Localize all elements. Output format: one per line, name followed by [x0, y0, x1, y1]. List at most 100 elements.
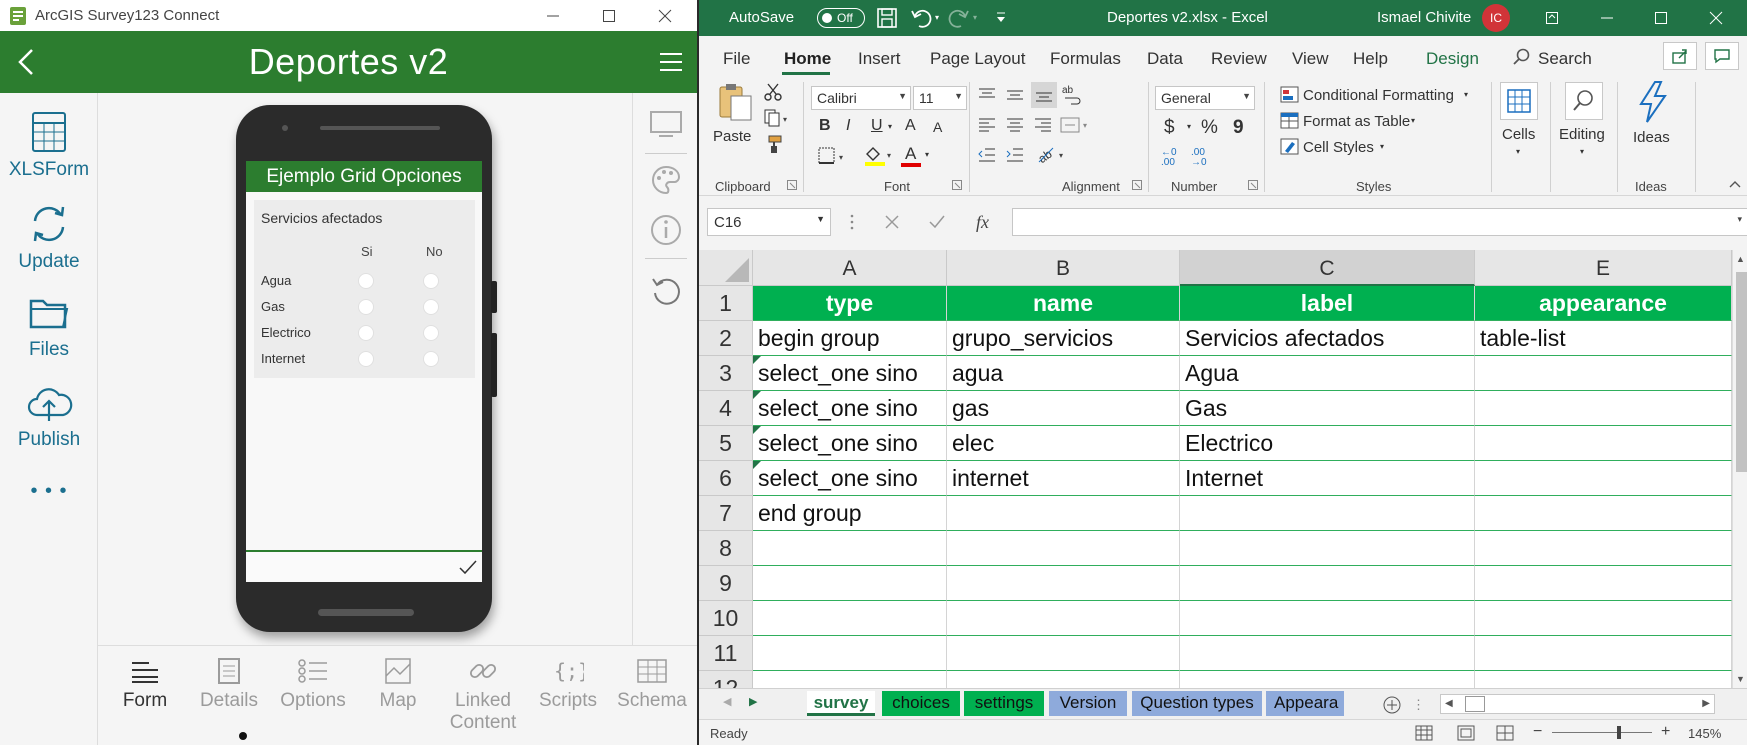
horizontal-scrollbar[interactable]: ◀ ▶ [1440, 694, 1715, 714]
minimize-button[interactable] [1582, 0, 1632, 36]
sheet-cell[interactable] [947, 531, 1180, 566]
formula-input[interactable]: ▾ [1012, 208, 1747, 236]
column-header-a[interactable]: A [753, 250, 947, 286]
sheet-cell[interactable] [1475, 601, 1732, 636]
zoom-in-button[interactable]: + [1661, 723, 1670, 741]
sheet-cell[interactable] [1180, 601, 1475, 636]
radio-electrico-no[interactable] [423, 325, 439, 341]
close-button[interactable] [637, 0, 693, 31]
paste-label[interactable]: Paste [713, 128, 751, 145]
font-name-combo[interactable]: Calibri ▼ [811, 86, 911, 110]
scroll-down-icon[interactable]: ▼ [1736, 674, 1745, 684]
tab-review[interactable]: Review [1211, 49, 1267, 69]
sheet-tab-question-types[interactable]: Question types [1132, 691, 1262, 716]
format-painter-icon[interactable] [763, 134, 783, 154]
cell-styles-dropdown-icon[interactable]: ▾ [1380, 142, 1384, 151]
undo-icon[interactable]: ▾ [909, 6, 945, 30]
header-cell[interactable]: appearance [1475, 286, 1732, 321]
align-center-icon[interactable] [1005, 116, 1025, 134]
sheet-cell[interactable] [1180, 531, 1475, 566]
dialog-launcher-icon[interactable] [1132, 180, 1142, 190]
radio-electrico-si[interactable] [358, 325, 374, 341]
tab-map[interactable]: Map [358, 658, 438, 712]
radio-gas-no[interactable] [423, 299, 439, 315]
editing-dropdown-icon[interactable]: ▾ [1580, 147, 1584, 156]
zoom-out-button[interactable]: − [1533, 723, 1542, 741]
info-icon[interactable] [649, 213, 683, 247]
tab-file[interactable]: File [723, 49, 750, 69]
zoom-slider-thumb[interactable] [1617, 726, 1621, 739]
row-header[interactable]: 4 [699, 391, 753, 426]
editing-button[interactable]: Editing [1559, 126, 1605, 143]
hscroll-thumb[interactable] [1465, 696, 1485, 712]
sheet-cell[interactable] [753, 636, 947, 671]
fill-color-icon[interactable]: ▾ [863, 144, 897, 168]
row-header[interactable]: 10 [699, 601, 753, 636]
dialog-launcher-icon[interactable] [952, 180, 962, 190]
align-top-icon[interactable] [977, 86, 997, 104]
sheet-tab-settings[interactable]: settings [964, 691, 1044, 716]
sheet-cell[interactable] [1475, 356, 1732, 391]
sheet-cell[interactable]: begin group [753, 321, 947, 356]
percent-style-button[interactable]: % [1201, 117, 1218, 139]
tab-formulas[interactable]: Formulas [1050, 49, 1121, 69]
format-as-table-dropdown-icon[interactable]: ▾ [1411, 116, 1415, 125]
tab-scripts[interactable]: {;} Scripts [528, 658, 608, 712]
sheet-cell[interactable]: elec [947, 426, 1180, 461]
sheet-cell[interactable] [947, 636, 1180, 671]
save-icon[interactable] [876, 7, 898, 29]
column-header-e[interactable]: E [1475, 250, 1732, 286]
normal-view-icon[interactable] [1415, 725, 1433, 741]
conditional-formatting-dropdown-icon[interactable]: ▾ [1464, 90, 1468, 99]
more-options-icon[interactable] [850, 214, 854, 230]
italic-button[interactable]: I [846, 117, 850, 135]
tab-form[interactable]: Form [105, 658, 185, 712]
sheet-cell[interactable] [1180, 671, 1475, 688]
decrease-decimal-button[interactable]: .00 →0 [1191, 148, 1215, 168]
wrap-text-icon[interactable]: ab [1061, 82, 1083, 106]
row-header[interactable]: 3 [699, 356, 753, 391]
row-header[interactable]: 2 [699, 321, 753, 356]
maximize-button[interactable] [581, 0, 637, 31]
cells-icon[interactable] [1500, 82, 1538, 120]
font-size-combo[interactable]: 11 ▼ [913, 86, 967, 110]
tab-help[interactable]: Help [1353, 49, 1388, 69]
scroll-left-icon[interactable]: ◀ [1445, 698, 1453, 709]
align-right-icon[interactable] [1033, 116, 1053, 134]
hamburger-menu-icon[interactable] [657, 48, 685, 76]
worksheet-grid[interactable]: A B C E 1 type name label appearance 2 begin group… [699, 250, 1732, 688]
sheet-cell[interactable] [1475, 636, 1732, 671]
scroll-right-icon[interactable]: ▶ [1702, 698, 1710, 709]
decrease-font-size-button[interactable]: A [933, 119, 942, 135]
radio-internet-no[interactable] [423, 351, 439, 367]
sidebar-item-files[interactable]: Files [0, 293, 98, 361]
new-sheet-icon[interactable] [1382, 695, 1402, 715]
redo-icon[interactable]: ▾ [947, 6, 983, 30]
next-sheet-icon[interactable]: ▶ [749, 695, 757, 708]
maximize-button[interactable] [1636, 0, 1686, 36]
bold-button[interactable]: B [819, 117, 831, 135]
header-cell[interactable]: name [947, 286, 1180, 321]
ideas-lightning-icon[interactable] [1635, 80, 1671, 124]
confirm-entry-icon[interactable] [928, 214, 946, 230]
merge-center-icon[interactable]: ▾ [1059, 116, 1093, 134]
sheet-cell[interactable] [1180, 566, 1475, 601]
sheet-cell[interactable] [1475, 566, 1732, 601]
radio-gas-si[interactable] [358, 299, 374, 315]
column-header-b[interactable]: B [947, 250, 1180, 286]
zoom-level[interactable]: 145% [1688, 726, 1721, 741]
accounting-dropdown-icon[interactable]: ▾ [1187, 122, 1191, 131]
column-header-c[interactable]: C [1180, 250, 1475, 286]
sheet-cell[interactable]: internet [947, 461, 1180, 496]
sidebar-item-xlsform[interactable]: XLSForm [0, 111, 98, 181]
sheet-cell[interactable] [753, 601, 947, 636]
tab-schema[interactable]: Schema [612, 658, 692, 712]
sheet-cell[interactable] [947, 496, 1180, 531]
desktop-preview-icon[interactable] [649, 107, 683, 141]
row-header[interactable]: 7 [699, 496, 753, 531]
collapse-ribbon-icon[interactable] [1729, 180, 1741, 188]
sheet-cell[interactable]: select_one sino [753, 461, 947, 496]
format-as-table-icon[interactable] [1280, 112, 1300, 130]
sheet-cell[interactable]: grupo_servicios [947, 321, 1180, 356]
prev-sheet-icon[interactable]: ◀ [723, 695, 731, 708]
